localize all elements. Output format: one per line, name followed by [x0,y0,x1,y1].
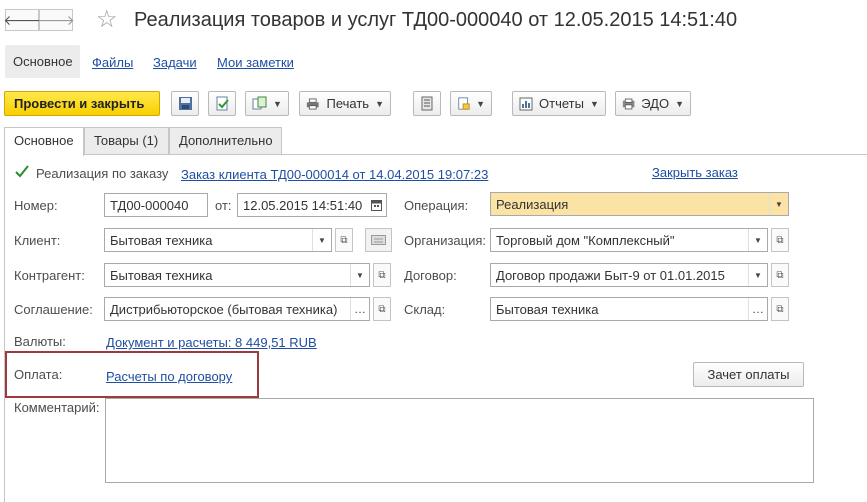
agreement-field[interactable]: Дистрибьюторское (бытовая техника) … [104,297,370,321]
by-order-checkbox[interactable] [14,164,30,180]
order-link[interactable]: Заказ клиента ТД00-000014 от 14.04.2015 … [181,167,488,182]
forward-button[interactable]: 🡒 [37,9,75,31]
report-icon [519,97,533,110]
open-window-icon: ⧉ [378,303,386,315]
chevron-down-icon[interactable]: ▼ [312,229,331,251]
agreement-label: Соглашение: [14,302,93,317]
warehouse-label: Склад: [404,302,446,317]
organization-open-button[interactable]: ⧉ [771,228,789,252]
organization-field[interactable]: Торговый дом "Комплексный" ▼ [490,228,768,252]
edo-exchange-icon [622,98,635,109]
floppy-disk-icon [178,97,192,110]
ellipsis-icon[interactable]: … [350,298,369,320]
payment-offset-button[interactable]: Зачет оплаты [693,362,804,387]
open-window-icon: ⧉ [340,234,348,246]
post-document-icon [216,96,229,111]
organization-label: Организация: [404,233,487,248]
client-card-button[interactable] [365,228,392,252]
by-order-label: Реализация по заказу [36,166,169,181]
currency-label: Валюты: [14,334,66,349]
arrow-right-icon: 🡒 [37,11,75,28]
post-button[interactable] [208,91,236,116]
ellipsis-icon[interactable]: … [748,298,767,320]
currency-link[interactable]: Документ и расчеты: 8 449,51 RUB [106,335,317,350]
chevron-down-icon: ▼ [375,98,384,109]
warehouse-field[interactable]: Бытовая техника … [490,297,768,321]
date-label: от: [215,198,232,213]
tab-additional[interactable]: Дополнительно [169,127,282,154]
number-label: Номер: [14,198,58,213]
printer-icon [306,98,319,109]
chevron-down-icon[interactable]: ▼ [769,193,788,215]
create-based-on-button[interactable]: ▼ [245,91,289,116]
agreement-open-button[interactable]: ⧉ [373,297,391,321]
chevron-down-icon: ▼ [476,98,485,109]
open-window-icon: ⧉ [776,234,784,246]
chevron-down-icon[interactable]: ▼ [350,264,369,286]
chevron-down-icon: ▼ [273,98,282,109]
document-list-icon [421,96,433,111]
operation-label: Операция: [404,198,469,213]
tab-main[interactable]: Основное [4,127,84,156]
chevron-down-icon: ▼ [589,98,599,109]
contract-label: Договор: [404,268,457,283]
arrow-left-icon: 🡐 [3,11,41,28]
save-button[interactable] [171,91,199,116]
nav-tab-notes[interactable]: Мои заметки [217,55,294,70]
back-button[interactable]: 🡐 [3,9,41,31]
reports-button[interactable]: Отчеты ▼ [512,91,606,116]
window-title: Реализация товаров и услуг ТД00-000040 о… [134,9,738,31]
document-clip-icon [458,97,470,110]
post-and-close-button[interactable]: Провести и закрыть [4,91,160,116]
open-window-icon: ⧉ [776,303,784,315]
structure-button[interactable] [413,91,441,116]
client-field[interactable]: Бытовая техника ▼ [104,228,332,252]
favorite-star-icon[interactable]: ☆ [96,8,118,32]
chevron-down-icon[interactable]: ▼ [748,264,767,286]
payment-link[interactable]: Расчеты по договору [106,369,232,384]
calendar-icon[interactable] [371,199,382,211]
counterparty-open-button[interactable]: ⧉ [373,263,391,287]
open-window-icon: ⧉ [776,269,784,281]
chevron-down-icon: ▼ [675,98,684,109]
contract-field[interactable]: Договор продажи Быт-9 от 01.01.2015 ▼ [490,263,768,287]
close-order-link[interactable]: Закрыть заказ [652,165,738,180]
counterparty-field[interactable]: Бытовая техника ▼ [104,263,370,287]
client-open-button[interactable]: ⧉ [335,228,353,252]
operation-field[interactable]: Реализация ▼ [490,192,789,216]
nav-tab-files[interactable]: Файлы [92,55,133,70]
create-based-icon [252,96,267,110]
payment-label: Оплата: [14,367,63,382]
comment-textarea[interactable] [105,398,814,483]
open-window-icon: ⧉ [378,269,386,281]
chevron-down-icon[interactable]: ▼ [748,229,767,251]
print-button[interactable]: Печать ▼ [299,91,391,116]
nav-tab-main[interactable]: Основное [5,45,80,78]
tab-goods[interactable]: Товары (1) [84,127,169,154]
contract-open-button[interactable]: ⧉ [771,263,789,287]
edo-button[interactable]: ЭДО ▼ [615,91,691,116]
number-field[interactable]: ТД00-000040 [104,193,208,217]
attachments-button[interactable]: ▼ [450,91,492,116]
keyboard-icon [371,235,386,245]
warehouse-open-button[interactable]: ⧉ [771,297,789,321]
date-field[interactable]: 12.05.2015 14:51:40 [237,193,387,217]
counterparty-label: Контрагент: [14,268,85,283]
comment-label: Комментарий: [14,400,100,415]
nav-tab-tasks[interactable]: Задачи [153,55,197,70]
client-label: Клиент: [14,233,61,248]
